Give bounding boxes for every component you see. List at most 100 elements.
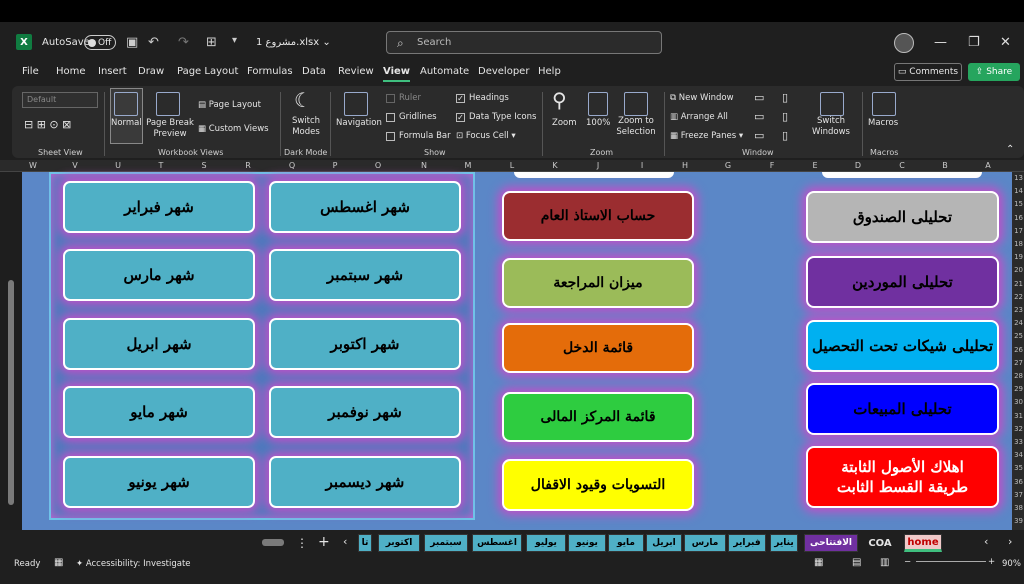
minimize-icon[interactable]: —: [934, 35, 947, 50]
zoom-100-icon[interactable]: [588, 92, 608, 116]
macro-record-icon[interactable]: ▦: [54, 557, 63, 568]
column-header[interactable]: O: [372, 160, 384, 172]
sheet-tab[interactable]: يناير: [770, 534, 798, 552]
zoom-in-icon[interactable]: +: [988, 557, 995, 567]
row-header[interactable]: 19: [1012, 253, 1024, 261]
tab-review[interactable]: Review: [338, 66, 374, 77]
column-header[interactable]: H: [679, 160, 691, 172]
report-button[interactable]: التسويات وقيود الاقفال: [502, 459, 694, 511]
month-button[interactable]: شهر اغسطس: [269, 181, 461, 233]
data-type-icons-checkbox[interactable]: ✓: [456, 113, 465, 122]
sheet-tab[interactable]: اكتوبر: [378, 534, 420, 552]
zoom-slider[interactable]: [916, 561, 986, 562]
switch-modes-label[interactable]: Switch Modes: [288, 116, 324, 138]
synchronous-scrolling-icon[interactable]: ▯: [782, 110, 788, 123]
row-header[interactable]: 33: [1012, 438, 1024, 446]
arrange-all-button[interactable]: ▥ Arrange All: [670, 112, 728, 122]
row-header[interactable]: 23: [1012, 306, 1024, 314]
column-header[interactable]: J: [592, 160, 604, 172]
row-header[interactable]: 26: [1012, 346, 1024, 354]
comments-button[interactable]: ▭ Comments: [894, 63, 962, 81]
row-header[interactable]: 30: [1012, 398, 1024, 406]
scroll-tabs-left-end-icon[interactable]: ‹: [984, 535, 988, 548]
vertical-scrollbar[interactable]: [8, 280, 14, 505]
tab-formulas[interactable]: Formulas: [247, 66, 293, 77]
page-break-label[interactable]: Page Break Preview: [146, 118, 194, 140]
page-break-icon[interactable]: [156, 92, 180, 116]
redo-icon[interactable]: ↷: [178, 35, 189, 50]
sheet-tab[interactable]: اغسطس: [472, 534, 522, 552]
tab-help[interactable]: Help: [538, 66, 561, 77]
more-options-icon[interactable]: ⋮: [296, 536, 308, 550]
month-button[interactable]: شهر مارس: [63, 249, 255, 301]
page-break-status-icon[interactable]: ▥: [880, 557, 889, 568]
tab-insert[interactable]: Insert: [98, 66, 127, 77]
column-header[interactable]: W: [27, 160, 39, 172]
month-button[interactable]: شهر مايو: [63, 386, 255, 438]
tab-data[interactable]: Data: [302, 66, 326, 77]
scroll-tabs-right-icon[interactable]: ›: [1008, 535, 1012, 548]
month-button[interactable]: شهر فبراير: [63, 181, 255, 233]
row-header[interactable]: 32: [1012, 425, 1024, 433]
zoom-label[interactable]: Zoom: [552, 118, 577, 128]
analysis-button[interactable]: اهلاك الأصول الثابتة طريقة القسط الثابت: [806, 446, 999, 508]
page-layout-status-icon[interactable]: ▤: [852, 557, 861, 568]
zoom-out-icon[interactable]: −: [904, 557, 911, 567]
row-header[interactable]: 22: [1012, 293, 1024, 301]
column-header[interactable]: Q: [286, 160, 298, 172]
row-header[interactable]: 15: [1012, 200, 1024, 208]
close-icon[interactable]: ✕: [1000, 35, 1011, 50]
row-header[interactable]: 29: [1012, 385, 1024, 393]
report-button[interactable]: قائمة الدخل: [502, 323, 694, 373]
month-button[interactable]: شهر ابريل: [63, 318, 255, 370]
sheet-tab[interactable]: تا: [358, 534, 372, 552]
month-button[interactable]: شهر ديسمبر: [269, 456, 461, 508]
analysis-button[interactable]: تحليلى شيكات تحت التحصيل: [806, 320, 999, 372]
row-header[interactable]: 14: [1012, 187, 1024, 195]
row-header[interactable]: 13: [1012, 174, 1024, 182]
horizontal-scrollbar[interactable]: [262, 539, 284, 546]
row-header[interactable]: 18: [1012, 240, 1024, 248]
macros-label[interactable]: Macros: [868, 118, 898, 128]
column-header[interactable]: L: [506, 160, 518, 172]
moon-icon[interactable]: ☾: [294, 88, 312, 112]
column-header[interactable]: S: [198, 160, 210, 172]
sheet-tab[interactable]: مايو: [608, 534, 644, 552]
search-box[interactable]: ⌕ Search: [386, 31, 662, 54]
column-header[interactable]: V: [69, 160, 81, 172]
hide-icon[interactable]: ▭: [754, 110, 764, 123]
tab-developer[interactable]: Developer: [478, 66, 529, 77]
row-header[interactable]: 35: [1012, 464, 1024, 472]
new-window-button[interactable]: ⧉ New Window: [670, 93, 734, 103]
report-button[interactable]: قائمة المركز المالى: [502, 392, 694, 442]
tab-page-layout[interactable]: Page Layout: [177, 66, 238, 77]
sheet-tab[interactable]: يونيو: [568, 534, 606, 552]
row-header[interactable]: 39: [1012, 517, 1024, 525]
accessibility-status[interactable]: ✦ Accessibility: Investigate: [76, 559, 191, 569]
row-header[interactable]: 21: [1012, 280, 1024, 288]
report-button[interactable]: ميزان المراجعة: [502, 258, 694, 308]
switch-windows-label[interactable]: Switch Windows: [808, 116, 854, 138]
zoom-to-selection-icon[interactable]: [624, 92, 648, 116]
macros-icon[interactable]: [872, 92, 896, 116]
camera-icon[interactable]: ⊞: [206, 35, 217, 50]
month-button[interactable]: شهر اكتوبر: [269, 318, 461, 370]
row-header[interactable]: 31: [1012, 412, 1024, 420]
row-header[interactable]: 16: [1012, 214, 1024, 222]
navigation-icon[interactable]: [344, 92, 368, 116]
custom-views-button[interactable]: ▦ Custom Views: [198, 124, 269, 134]
file-name[interactable]: مشروع 1.xlsx ⌄: [256, 37, 331, 48]
navigation-label[interactable]: Navigation: [336, 118, 382, 128]
month-button[interactable]: شهر نوفمبر: [269, 386, 461, 438]
row-header[interactable]: 37: [1012, 491, 1024, 499]
column-header[interactable]: M: [462, 160, 474, 172]
unhide-icon[interactable]: ▭: [754, 129, 764, 142]
headings-checkbox[interactable]: ✓: [456, 94, 465, 103]
tab-view[interactable]: View: [383, 66, 411, 82]
column-header[interactable]: E: [809, 160, 821, 172]
zoom-100-label[interactable]: 100%: [586, 118, 610, 128]
gridlines-checkbox[interactable]: [386, 113, 395, 122]
column-header[interactable]: A: [982, 160, 994, 172]
row-header[interactable]: 27: [1012, 359, 1024, 367]
column-header[interactable]: N: [418, 160, 430, 172]
